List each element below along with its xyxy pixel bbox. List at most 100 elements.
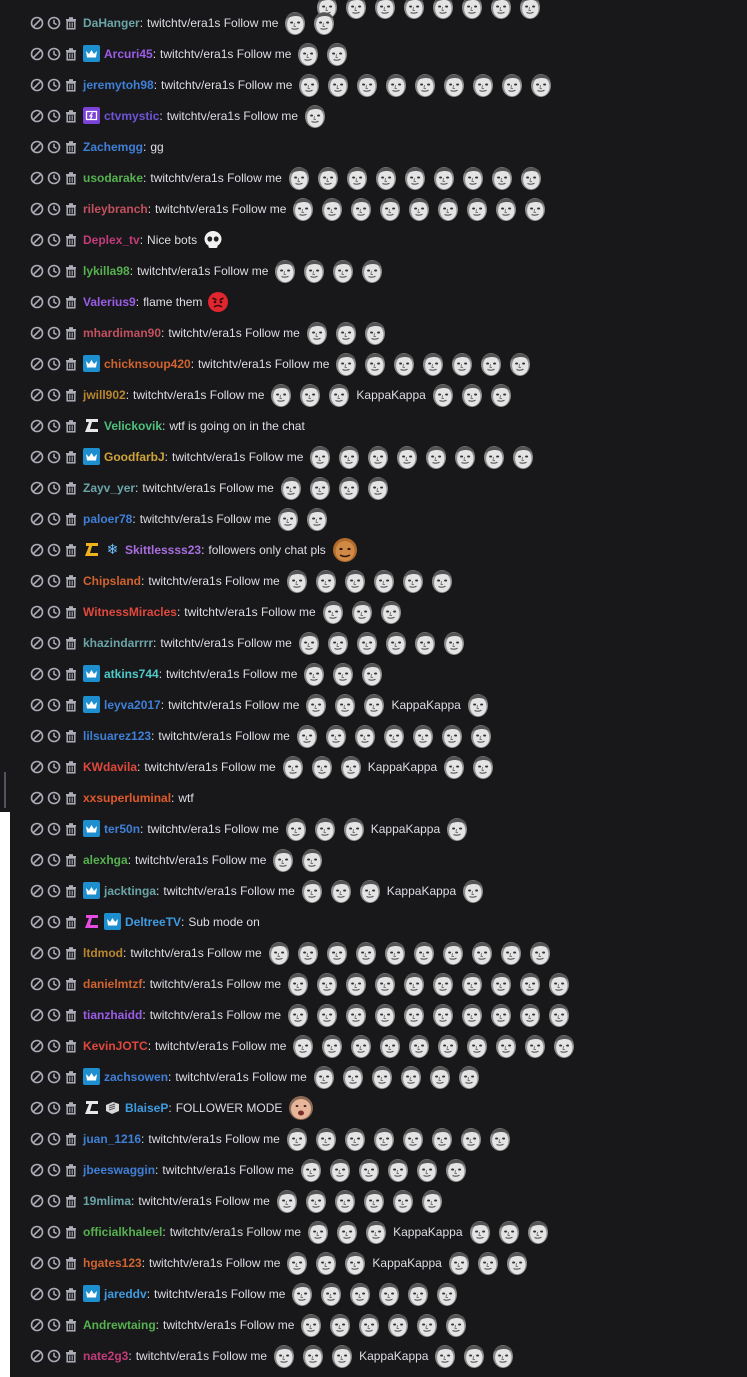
timeout-icon[interactable]: [47, 605, 61, 619]
ban-icon[interactable]: [30, 1070, 44, 1084]
delete-icon[interactable]: [64, 1008, 78, 1022]
chat-username[interactable]: ter50n: [104, 822, 140, 836]
chat-username[interactable]: nate2g3: [83, 1349, 128, 1363]
chat-username[interactable]: Zachemgg: [83, 140, 143, 154]
timeout-icon[interactable]: [47, 698, 61, 712]
timeout-icon[interactable]: [47, 1008, 61, 1022]
ban-icon[interactable]: [30, 543, 44, 557]
ban-icon[interactable]: [30, 481, 44, 495]
delete-icon[interactable]: [64, 264, 78, 278]
timeout-icon[interactable]: [47, 977, 61, 991]
ban-icon[interactable]: [30, 1318, 44, 1332]
delete-icon[interactable]: [64, 1256, 78, 1270]
ban-icon[interactable]: [30, 78, 44, 92]
delete-icon[interactable]: [64, 1163, 78, 1177]
timeout-icon[interactable]: [47, 233, 61, 247]
ban-icon[interactable]: [30, 16, 44, 30]
delete-icon[interactable]: [64, 636, 78, 650]
ban-icon[interactable]: [30, 357, 44, 371]
timeout-icon[interactable]: [47, 1194, 61, 1208]
chat-username[interactable]: Deplex_tv: [83, 233, 140, 247]
ban-icon[interactable]: [30, 233, 44, 247]
ban-icon[interactable]: [30, 574, 44, 588]
timeout-icon[interactable]: [47, 884, 61, 898]
delete-icon[interactable]: [64, 450, 78, 464]
delete-icon[interactable]: [64, 884, 78, 898]
delete-icon[interactable]: [64, 946, 78, 960]
delete-icon[interactable]: [64, 977, 78, 991]
delete-icon[interactable]: [64, 140, 78, 154]
timeout-icon[interactable]: [47, 481, 61, 495]
chat-username[interactable]: atkins744: [104, 667, 159, 681]
chat-username[interactable]: Valerius9: [83, 295, 136, 309]
timeout-icon[interactable]: [47, 791, 61, 805]
timeout-icon[interactable]: [47, 915, 61, 929]
delete-icon[interactable]: [64, 16, 78, 30]
delete-icon[interactable]: [64, 1194, 78, 1208]
ban-icon[interactable]: [30, 1256, 44, 1270]
ban-icon[interactable]: [30, 1039, 44, 1053]
chat-username[interactable]: leyva2017: [104, 698, 161, 712]
timeout-icon[interactable]: [47, 450, 61, 464]
timeout-icon[interactable]: [47, 16, 61, 30]
delete-icon[interactable]: [64, 171, 78, 185]
ban-icon[interactable]: [30, 636, 44, 650]
chat-username[interactable]: zachsowen: [104, 1070, 168, 1084]
ban-icon[interactable]: [30, 1132, 44, 1146]
timeout-icon[interactable]: [47, 171, 61, 185]
timeout-icon[interactable]: [47, 1256, 61, 1270]
timeout-icon[interactable]: [47, 1039, 61, 1053]
ban-icon[interactable]: [30, 977, 44, 991]
timeout-icon[interactable]: [47, 47, 61, 61]
delete-icon[interactable]: [64, 388, 78, 402]
timeout-icon[interactable]: [47, 78, 61, 92]
ban-icon[interactable]: [30, 450, 44, 464]
timeout-icon[interactable]: [47, 636, 61, 650]
ban-icon[interactable]: [30, 388, 44, 402]
chat-username[interactable]: tianzhaidd: [83, 1008, 142, 1022]
ban-icon[interactable]: [30, 202, 44, 216]
ban-icon[interactable]: [30, 512, 44, 526]
timeout-icon[interactable]: [47, 419, 61, 433]
delete-icon[interactable]: [64, 605, 78, 619]
delete-icon[interactable]: [64, 822, 78, 836]
panel-resize-handle[interactable]: [4, 772, 6, 808]
ban-icon[interactable]: [30, 1349, 44, 1363]
delete-icon[interactable]: [64, 853, 78, 867]
timeout-icon[interactable]: [47, 357, 61, 371]
timeout-icon[interactable]: [47, 1070, 61, 1084]
delete-icon[interactable]: [64, 326, 78, 340]
chat-username[interactable]: KevinJOTC: [83, 1039, 148, 1053]
delete-icon[interactable]: [64, 295, 78, 309]
ban-icon[interactable]: [30, 853, 44, 867]
chat-username[interactable]: mhardiman90: [83, 326, 161, 340]
delete-icon[interactable]: [64, 47, 78, 61]
delete-icon[interactable]: [64, 1225, 78, 1239]
chat-username[interactable]: Arcuri45: [104, 47, 153, 61]
chat-username[interactable]: hgates123: [83, 1256, 142, 1270]
ban-icon[interactable]: [30, 1101, 44, 1115]
delete-icon[interactable]: [64, 760, 78, 774]
delete-icon[interactable]: [64, 791, 78, 805]
ban-icon[interactable]: [30, 1008, 44, 1022]
timeout-icon[interactable]: [47, 512, 61, 526]
ban-icon[interactable]: [30, 419, 44, 433]
delete-icon[interactable]: [64, 667, 78, 681]
chat-username[interactable]: khazindarrrr: [83, 636, 153, 650]
delete-icon[interactable]: [64, 1039, 78, 1053]
ban-icon[interactable]: [30, 605, 44, 619]
chat-username[interactable]: DaHanger: [83, 16, 140, 30]
timeout-icon[interactable]: [47, 667, 61, 681]
timeout-icon[interactable]: [47, 1163, 61, 1177]
chat-username[interactable]: jareddv: [104, 1287, 147, 1301]
chat-username[interactable]: juan_1216: [83, 1132, 141, 1146]
timeout-icon[interactable]: [47, 1101, 61, 1115]
delete-icon[interactable]: [64, 202, 78, 216]
delete-icon[interactable]: [64, 419, 78, 433]
chat-username[interactable]: jbeeswaggin: [83, 1163, 155, 1177]
delete-icon[interactable]: [64, 1101, 78, 1115]
chat-username[interactable]: usodarake: [83, 171, 143, 185]
ban-icon[interactable]: [30, 915, 44, 929]
chat-username[interactable]: rileybranch: [83, 202, 148, 216]
timeout-icon[interactable]: [47, 853, 61, 867]
